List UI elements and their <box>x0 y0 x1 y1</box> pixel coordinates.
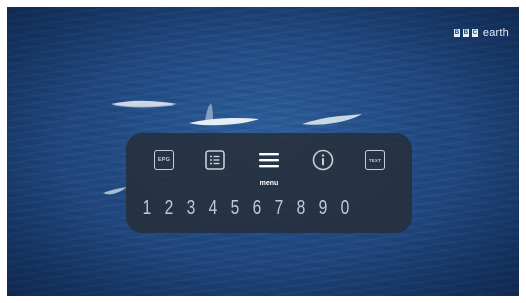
list-button[interactable] <box>202 147 228 173</box>
text-label: TEXT <box>368 157 382 163</box>
digit-key-3[interactable]: 3 <box>183 195 199 221</box>
text-icon: TEXT <box>365 150 385 170</box>
menu-label: menu <box>259 180 279 187</box>
digit-key-8[interactable]: 8 <box>293 195 309 221</box>
info-icon <box>312 149 334 171</box>
logo-letter-b1: B <box>453 29 460 37</box>
digit-key-4[interactable]: 4 <box>205 195 221 221</box>
digit-key-6[interactable]: 6 <box>249 195 265 221</box>
info-button[interactable] <box>310 147 336 173</box>
digit-key-5[interactable]: 5 <box>227 195 243 221</box>
epg-label: EPG <box>157 157 171 163</box>
channel-logo: B B C earth <box>453 27 509 39</box>
digit-key-7[interactable]: 7 <box>271 195 287 221</box>
logo-letter-b2: B <box>462 29 469 37</box>
epg-icon: EPG <box>154 150 174 170</box>
text-button[interactable]: TEXT <box>362 147 388 173</box>
menu-button[interactable] <box>256 147 282 173</box>
logo-wordmark: earth <box>482 27 509 39</box>
number-key-row: 1 2 3 4 5 6 7 8 9 0 <box>126 195 412 221</box>
digit-key-0[interactable]: 0 <box>337 195 353 221</box>
epg-button[interactable]: EPG <box>151 147 177 173</box>
menu-icon <box>259 153 279 168</box>
digit-key-1[interactable]: 1 <box>139 195 155 221</box>
logo-letter-c: C <box>471 29 478 37</box>
digit-key-2[interactable]: 2 <box>161 195 177 221</box>
digit-key-9[interactable]: 9 <box>315 195 331 221</box>
function-button-row: EPG TEXT <box>126 147 412 173</box>
list-icon <box>205 150 225 170</box>
remote-control-overlay: EPG TEXT menu 1 2 3 4 5 6 7 8 9 0 <box>126 133 412 233</box>
